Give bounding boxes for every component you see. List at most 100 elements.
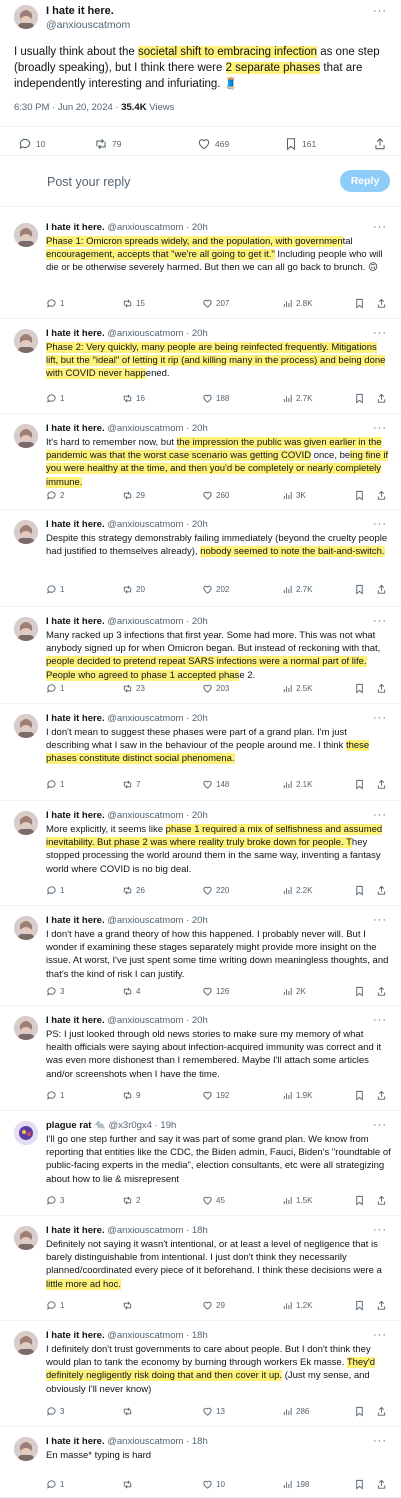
repost-action[interactable]: 20 (122, 584, 145, 595)
like-action[interactable]: 207 (202, 298, 229, 309)
bookmark-icon[interactable] (354, 885, 365, 896)
author-handle[interactable]: @anxiouscatmom (107, 423, 183, 434)
reply-timestamp[interactable]: 20h (192, 423, 208, 434)
author-handle[interactable]: @anxiouscatmom (107, 222, 183, 233)
reply-timestamp[interactable]: 20h (192, 616, 208, 627)
reply-tweet[interactable]: I hate it here. @anxiouscatmom · 20h ··· M… (0, 607, 401, 704)
views-action[interactable]: 2.7K (282, 393, 312, 404)
reply-timestamp[interactable]: 20h (192, 810, 208, 821)
more-icon[interactable]: ··· (373, 1329, 387, 1341)
views-action[interactable]: 2.7K (282, 584, 312, 595)
share-icon[interactable] (376, 779, 387, 790)
more-icon[interactable]: ··· (373, 221, 387, 233)
author-name[interactable]: I hate it here. (46, 1330, 105, 1341)
bookmark-icon[interactable] (354, 1479, 365, 1490)
tweet-timestamp[interactable]: 6:30 PM · Jun 20, 2024 · (14, 102, 121, 113)
more-icon[interactable]: ··· (373, 1435, 387, 1447)
repost-action[interactable]: 9 (122, 1090, 140, 1101)
like-action[interactable]: 202 (202, 584, 229, 595)
repost-action[interactable]: 4 (122, 986, 140, 997)
more-icon[interactable]: ··· (373, 422, 387, 434)
avatar[interactable] (14, 714, 38, 738)
author-handle[interactable]: @x3r0gx4 (109, 1120, 152, 1131)
more-icon[interactable]: ··· (373, 327, 387, 339)
views-action[interactable]: 286 (282, 1406, 309, 1417)
bookmark-icon[interactable] (354, 1195, 365, 1206)
repost-action[interactable]: 2 (122, 1195, 140, 1206)
avatar[interactable] (14, 1226, 38, 1250)
share-icon[interactable] (376, 683, 387, 694)
like-action[interactable]: 126 (202, 986, 229, 997)
bookmark-icon[interactable] (354, 779, 365, 790)
reply-timestamp[interactable]: 20h (192, 222, 208, 233)
share-icon[interactable] (376, 1479, 387, 1490)
like-action[interactable]: 220 (202, 885, 229, 896)
reply-action[interactable]: 1 (46, 1479, 64, 1490)
repost-action[interactable]: 79 (94, 137, 121, 151)
reply-timestamp[interactable]: 18h (192, 1330, 208, 1341)
share-icon[interactable] (376, 584, 387, 595)
author-name[interactable]: I hate it here. (46, 616, 105, 627)
author-handle[interactable]: @anxiouscatmom (107, 616, 183, 627)
repost-action[interactable]: 29 (122, 490, 145, 501)
bookmark-icon[interactable] (354, 1090, 365, 1101)
reply-timestamp[interactable]: 20h (192, 915, 208, 926)
reply-action[interactable]: 1 (46, 393, 64, 404)
reply-tweet[interactable]: I hate it here. @anxiouscatmom · 18h ··· D… (0, 1216, 401, 1321)
reply-action[interactable]: 1 (46, 584, 64, 595)
share-icon[interactable] (376, 298, 387, 309)
bookmark-icon[interactable] (354, 1406, 365, 1417)
like-action[interactable]: 203 (202, 683, 229, 694)
like-action[interactable]: 45 (202, 1195, 225, 1206)
more-icon[interactable]: ··· (373, 1014, 387, 1026)
bookmark-icon[interactable] (354, 683, 365, 694)
share-icon[interactable] (376, 885, 387, 896)
reply-input[interactable]: Post your reply (47, 175, 130, 189)
share-icon[interactable] (376, 393, 387, 404)
avatar[interactable] (14, 5, 38, 29)
reply-action[interactable]: 1 (46, 683, 64, 694)
author-name[interactable]: I hate it here. (46, 1436, 105, 1447)
author-handle[interactable]: @anxiouscatmom (107, 713, 183, 724)
like-action[interactable]: 10 (202, 1479, 225, 1490)
reply-action[interactable]: 1 (46, 298, 64, 309)
avatar[interactable] (14, 1016, 38, 1040)
author-handle[interactable]: @anxiouscatmom (46, 19, 130, 31)
share-icon[interactable] (376, 1195, 387, 1206)
share-icon[interactable] (376, 1300, 387, 1311)
reply-action[interactable]: 1 (46, 1090, 64, 1101)
author-name[interactable]: I hate it here. (46, 713, 105, 724)
views-action[interactable]: 2.1K (282, 779, 312, 790)
bookmark-icon[interactable] (354, 298, 365, 309)
avatar[interactable] (14, 520, 38, 544)
reply-timestamp[interactable]: 19h (160, 1120, 176, 1131)
bookmark-icon[interactable] (354, 986, 365, 997)
reply-tweet[interactable]: I hate it here. @anxiouscatmom · 20h ··· I… (0, 704, 401, 801)
reply-tweet[interactable]: I hate it here. @anxiouscatmom · 20h ··· D… (0, 510, 401, 607)
views-action[interactable]: 2K (282, 986, 306, 997)
avatar[interactable] (14, 1437, 38, 1461)
repost-action[interactable]: 16 (122, 393, 145, 404)
reply-timestamp[interactable]: 20h (192, 328, 208, 339)
author-name[interactable]: I hate it here. (46, 328, 105, 339)
reply-timestamp[interactable]: 20h (192, 713, 208, 724)
reply-timestamp[interactable]: 20h (192, 1015, 208, 1026)
reply-tweet[interactable]: I hate it here. @anxiouscatmom · 18h ··· E… (0, 1427, 401, 1498)
like-action[interactable]: 260 (202, 490, 229, 501)
reply-action[interactable]: 1 (46, 885, 64, 896)
share-icon[interactable] (376, 986, 387, 997)
author-handle[interactable]: @anxiouscatmom (107, 1225, 183, 1236)
share-icon[interactable] (376, 490, 387, 501)
avatar[interactable] (14, 617, 38, 641)
author-name[interactable]: plague rat 🐀 (46, 1120, 106, 1131)
like-action[interactable]: 29 (202, 1300, 225, 1311)
reply-tweet[interactable]: I hate it here. @anxiouscatmom · 20h ··· P… (0, 319, 401, 414)
repost-action[interactable]: 26 (122, 885, 145, 896)
reply-tweet[interactable]: I hate it here. @anxiouscatmom · 20h ··· P… (0, 213, 401, 319)
like-action[interactable]: 13 (202, 1406, 225, 1417)
avatar[interactable] (14, 329, 38, 353)
avatar[interactable] (14, 916, 38, 940)
author-name[interactable]: I hate it here. (46, 519, 105, 530)
more-icon[interactable]: ··· (373, 712, 387, 724)
reply-action[interactable]: 3 (46, 986, 64, 997)
